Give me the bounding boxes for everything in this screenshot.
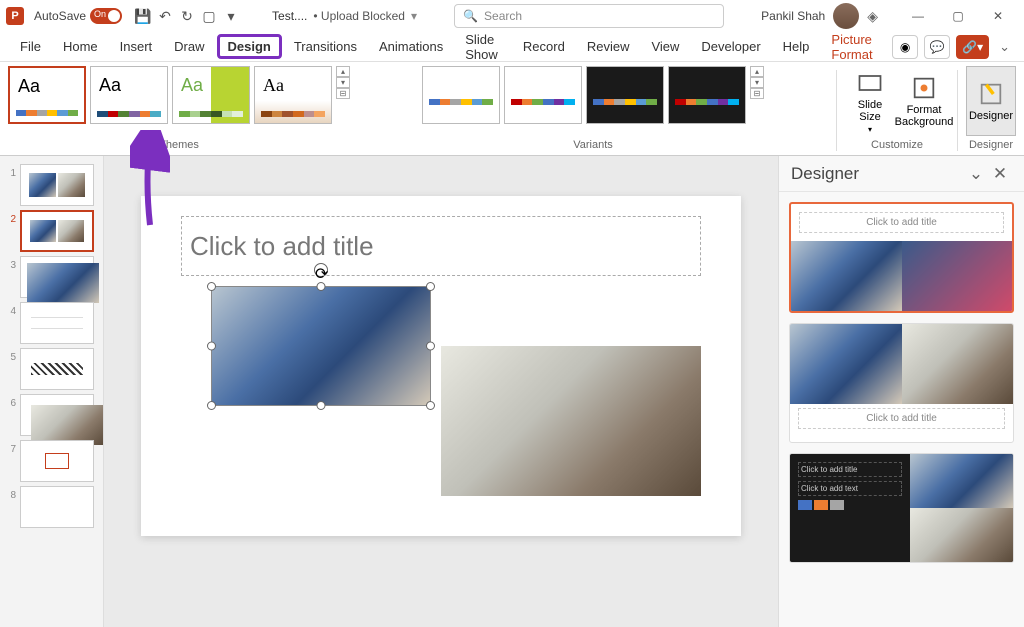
tab-help[interactable]: Help — [773, 34, 820, 59]
tab-review[interactable]: Review — [577, 34, 640, 59]
design-idea-2[interactable]: Click to add title — [789, 323, 1014, 443]
customize-group: Slide Size ▾ Format Background Customize — [845, 66, 949, 155]
resize-handle[interactable] — [207, 401, 216, 410]
resize-handle[interactable] — [207, 282, 216, 291]
thumb-6[interactable] — [20, 394, 94, 436]
search-icon: 🔍 — [463, 9, 478, 23]
thumb-7[interactable] — [20, 440, 94, 482]
undo-icon[interactable]: ↶ — [154, 5, 176, 27]
main-area: 1 2 3 4 5 6 7 8 Click to add title ⟳ — [0, 156, 1024, 627]
upload-status[interactable]: • Upload Blocked — [313, 9, 405, 23]
tab-insert[interactable]: Insert — [110, 34, 163, 59]
resize-handle[interactable] — [317, 282, 326, 291]
designer-group: Designer Designer — [966, 66, 1016, 155]
ribbon: Aa Aa Aa Aa ▴▾⊟ Themes — [0, 62, 1024, 156]
collapse-ribbon-icon[interactable]: ⌄ — [995, 39, 1014, 55]
image-2[interactable] — [441, 346, 701, 496]
thumb-8[interactable] — [20, 486, 94, 528]
tab-view[interactable]: View — [641, 34, 689, 59]
design-idea-3[interactable]: Click to add title Click to add text — [789, 453, 1014, 563]
tab-record[interactable]: Record — [513, 34, 575, 59]
slide-thumbnails[interactable]: 1 2 3 4 5 6 7 8 — [0, 156, 104, 627]
slide-size-button[interactable]: Slide Size ▾ — [845, 66, 895, 136]
variants-label: Variants — [573, 137, 613, 155]
variant-4[interactable] — [668, 66, 746, 124]
thumb-5[interactable] — [20, 348, 94, 390]
resize-handle[interactable] — [426, 282, 435, 291]
slide[interactable]: Click to add title ⟳ — [141, 196, 741, 536]
slide-canvas[interactable]: Click to add title ⟳ — [104, 156, 778, 627]
resize-handle[interactable] — [426, 401, 435, 410]
variants-spinner[interactable]: ▴▾⊟ — [750, 66, 764, 99]
variants-group: ▴▾⊟ Variants — [358, 66, 828, 155]
tab-design[interactable]: Design — [217, 34, 282, 59]
share-button[interactable]: 🔗▾ — [956, 35, 989, 59]
ribbon-tabs: File Home Insert Draw Design Transitions… — [0, 32, 1024, 62]
theme-4[interactable]: Aa — [254, 66, 332, 124]
redo-icon[interactable]: ↻ — [176, 5, 198, 27]
thumb-1[interactable] — [20, 164, 94, 206]
theme-3[interactable]: Aa — [172, 66, 250, 124]
themes-spinner[interactable]: ▴▾⊟ — [336, 66, 350, 99]
maximize-button[interactable]: ▢ — [938, 2, 978, 30]
tab-animations[interactable]: Animations — [369, 34, 453, 59]
search-placeholder: Search — [484, 9, 522, 23]
designer-suggestions[interactable]: Click to add title Click to add title Cl… — [779, 192, 1024, 627]
themes-label: Themes — [159, 137, 199, 155]
rotate-handle[interactable]: ⟳ — [314, 263, 328, 277]
thumb-3[interactable] — [20, 256, 94, 298]
comments-button[interactable]: 💬 — [924, 35, 950, 59]
powerpoint-icon: P — [6, 7, 24, 25]
filename[interactable]: Test.... — [272, 9, 307, 23]
autosave-label: AutoSave — [34, 9, 86, 23]
save-icon[interactable]: 💾 — [132, 5, 154, 27]
tab-slideshow[interactable]: Slide Show — [455, 27, 511, 67]
resize-handle[interactable] — [426, 342, 435, 351]
thumb-4[interactable] — [20, 302, 94, 344]
customize-label: Customize — [871, 137, 923, 155]
thumb-2[interactable] — [20, 210, 94, 252]
autosave-toggle[interactable]: AutoSave On — [34, 8, 122, 24]
close-button[interactable]: ✕ — [978, 2, 1018, 30]
tab-developer[interactable]: Developer — [691, 34, 770, 59]
designer-pane: Designer ⌄ ✕ Click to add title Click to… — [778, 156, 1024, 627]
variant-2[interactable] — [504, 66, 582, 124]
tab-picture-format[interactable]: Picture Format — [821, 27, 888, 67]
user-name[interactable]: Pankil Shah — [761, 9, 825, 23]
variant-3[interactable] — [586, 66, 664, 124]
variant-1[interactable] — [422, 66, 500, 124]
themes-group: Aa Aa Aa Aa ▴▾⊟ Themes — [8, 66, 350, 155]
selected-image[interactable]: ⟳ — [211, 286, 431, 406]
minimize-button[interactable]: — — [898, 2, 938, 30]
tab-file[interactable]: File — [10, 34, 51, 59]
theme-office[interactable]: Aa — [8, 66, 86, 124]
search-input[interactable]: 🔍 Search — [454, 4, 724, 28]
tab-home[interactable]: Home — [53, 34, 108, 59]
diamond-icon[interactable]: ◈ — [867, 8, 878, 25]
slideshow-icon[interactable]: ▢ — [198, 5, 220, 27]
qat-dropdown-icon[interactable]: ▾ — [220, 5, 242, 27]
format-background-button[interactable]: Format Background — [899, 66, 949, 136]
designer-close-icon[interactable]: ✕ — [988, 162, 1012, 186]
theme-2[interactable]: Aa — [90, 66, 168, 124]
toggle-switch[interactable]: On — [90, 8, 122, 24]
design-idea-1[interactable]: Click to add title — [789, 202, 1014, 313]
designer-group-label: Designer — [969, 137, 1013, 155]
avatar[interactable] — [833, 3, 859, 29]
designer-button[interactable]: Designer — [966, 66, 1016, 136]
designer-options-icon[interactable]: ⌄ — [964, 162, 988, 186]
record-button[interactable]: ◉ — [892, 35, 918, 59]
tab-transitions[interactable]: Transitions — [284, 34, 367, 59]
tab-draw[interactable]: Draw — [164, 34, 214, 59]
title-placeholder[interactable]: Click to add title — [181, 216, 701, 276]
resize-handle[interactable] — [207, 342, 216, 351]
designer-title: Designer — [791, 164, 859, 184]
designer-header: Designer ⌄ ✕ — [779, 156, 1024, 192]
resize-handle[interactable] — [317, 401, 326, 410]
